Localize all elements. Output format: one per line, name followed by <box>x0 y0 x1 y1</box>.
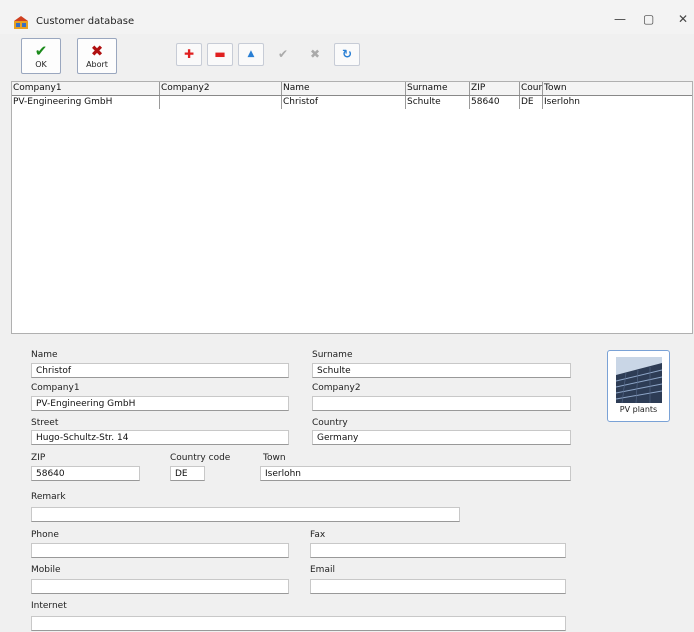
column-header-surname[interactable]: Surname <box>406 82 470 95</box>
pv-plants-label: PV plants <box>619 405 658 414</box>
table-cell[interactable]: Christof <box>282 96 406 109</box>
minus-icon: ▬ <box>214 47 226 61</box>
delete-record-button[interactable]: ▬ <box>207 43 233 66</box>
maximize-button[interactable]: ▢ <box>643 12 654 26</box>
internet-label: Internet <box>31 601 67 611</box>
company1-label: Company1 <box>31 383 80 393</box>
town-field[interactable]: Iserlohn <box>260 466 571 481</box>
town-label: Town <box>263 453 286 463</box>
edit-record-button[interactable]: ▲ <box>238 43 264 66</box>
country-code-label: Country code <box>170 453 231 463</box>
fax-label: Fax <box>310 530 326 540</box>
triangle-up-icon: ▲ <box>247 49 255 59</box>
company1-field[interactable]: PV-Engineering GmbH <box>31 396 289 411</box>
table-row[interactable]: PV-Engineering GmbH Christof Schulte 586… <box>12 96 692 109</box>
fax-field[interactable] <box>310 543 566 558</box>
country-label: Country <box>312 418 348 428</box>
ok-button[interactable]: ✔ OK <box>21 38 61 74</box>
company2-field[interactable] <box>312 396 571 411</box>
country-field[interactable]: Germany <box>312 430 571 445</box>
table-cell[interactable]: 58640 <box>470 96 520 109</box>
zip-field[interactable]: 58640 <box>31 466 140 481</box>
zip-label: ZIP <box>31 453 46 463</box>
pv-plants-button[interactable]: PV plants <box>607 350 670 422</box>
table-cell[interactable]: Schulte <box>406 96 470 109</box>
app-icon <box>14 16 28 29</box>
mobile-field[interactable] <box>31 579 289 594</box>
check-icon: ✔ <box>34 42 48 60</box>
column-header-company1[interactable]: Company1 <box>12 82 160 95</box>
window-title: Customer database <box>36 16 135 27</box>
grid-header: Company1 Company2 Name Surname ZIP Coun … <box>12 82 692 96</box>
abort-label: Abort <box>86 60 108 69</box>
country-code-field[interactable]: DE <box>170 466 205 481</box>
x-icon: ✖ <box>90 42 104 60</box>
refresh-icon: ↻ <box>341 47 353 61</box>
remark-field[interactable] <box>31 507 460 522</box>
table-cell[interactable] <box>160 96 282 109</box>
table-cell[interactable]: PV-Engineering GmbH <box>12 96 160 109</box>
refresh-button[interactable]: ↻ <box>334 43 360 66</box>
company2-label: Company2 <box>312 383 361 393</box>
email-label: Email <box>310 565 335 575</box>
internet-field[interactable] <box>31 616 566 631</box>
phone-label: Phone <box>31 530 59 540</box>
x-icon: ✖ <box>309 47 321 61</box>
name-label: Name <box>31 350 58 360</box>
surname-field[interactable]: Schulte <box>312 363 571 378</box>
solar-panels-image <box>616 357 662 403</box>
email-field[interactable] <box>310 579 566 594</box>
cancel-edit-button[interactable]: ✖ <box>302 43 328 66</box>
surname-label: Surname <box>312 350 353 360</box>
add-record-button[interactable]: ✚ <box>176 43 202 66</box>
customer-grid[interactable]: Company1 Company2 Name Surname ZIP Coun … <box>11 81 693 334</box>
column-header-country[interactable]: Coun <box>520 82 543 95</box>
ok-label: OK <box>35 60 47 69</box>
column-header-name[interactable]: Name <box>282 82 406 95</box>
street-field[interactable]: Hugo-Schultz-Str. 14 <box>31 430 289 445</box>
plus-icon: ✚ <box>183 47 195 61</box>
phone-field[interactable] <box>31 543 289 558</box>
column-header-town[interactable]: Town <box>543 82 692 95</box>
street-label: Street <box>31 418 59 428</box>
table-cell[interactable]: DE <box>520 96 543 109</box>
post-record-button[interactable]: ✔ <box>270 43 296 66</box>
remark-label: Remark <box>31 492 66 502</box>
column-header-company2[interactable]: Company2 <box>160 82 282 95</box>
column-header-zip[interactable]: ZIP <box>470 82 520 95</box>
title-bar: Customer database — ▢ ✕ <box>0 0 694 34</box>
check-icon: ✔ <box>277 47 289 61</box>
close-window-button[interactable]: ✕ <box>678 12 688 26</box>
table-cell[interactable]: Iserlohn <box>543 96 692 109</box>
name-field[interactable]: Christof <box>31 363 289 378</box>
abort-button[interactable]: ✖ Abort <box>77 38 117 74</box>
mobile-label: Mobile <box>31 565 61 575</box>
minimize-button[interactable]: — <box>614 12 626 26</box>
